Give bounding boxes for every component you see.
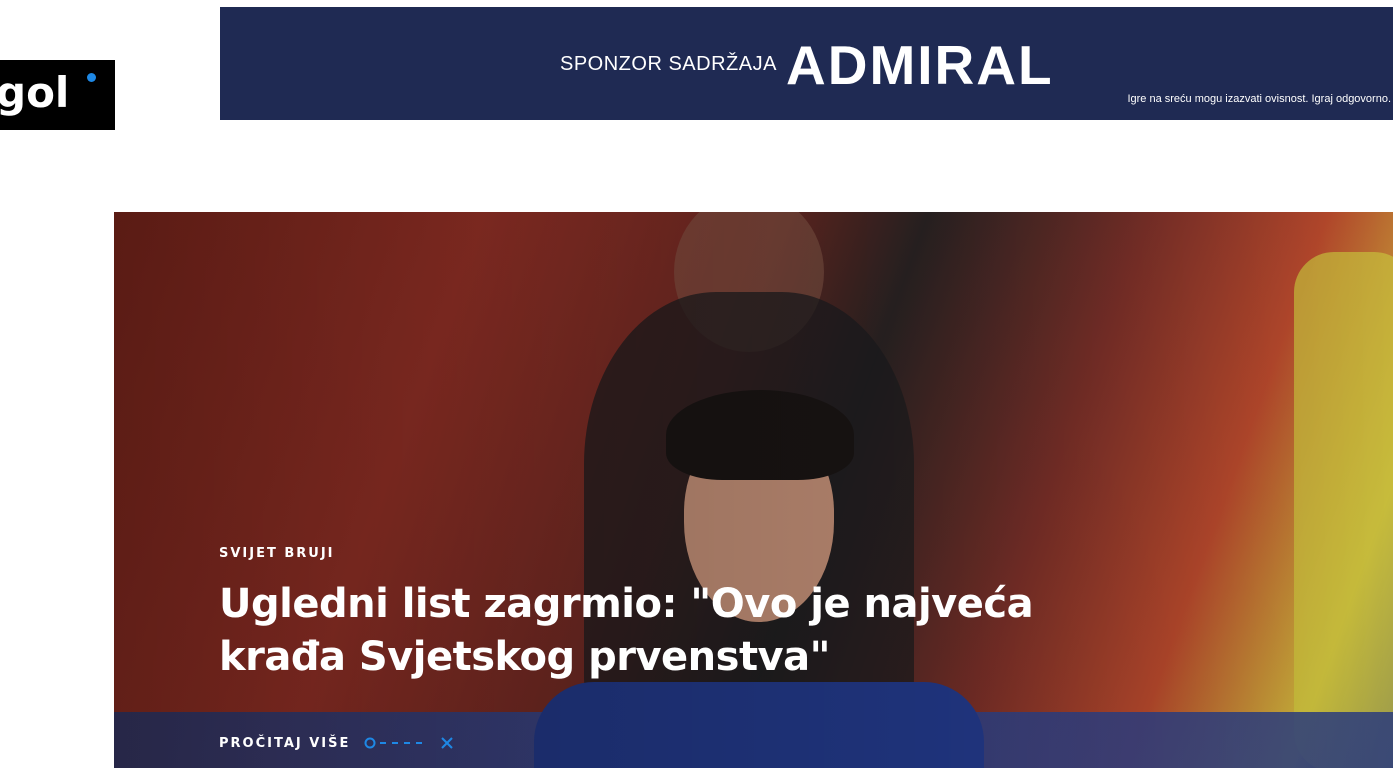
circle-dashes-x-icon (364, 735, 456, 751)
logo-text: gol (0, 68, 70, 117)
sponsor-label: SPONZOR SADRŽAJA (560, 53, 777, 75)
read-more-link[interactable]: PROČITAJ VIŠE (219, 735, 456, 751)
headline-line-1: Ugledni list zagrmio: "Ovo je najveća (219, 581, 1034, 627)
hero-article[interactable]: SVIJET BRUJI Ugledni list zagrmio: "Ovo … (114, 212, 1393, 768)
logo-dot-icon (87, 73, 96, 82)
site-logo[interactable]: gol (0, 60, 115, 130)
hero-overlay (114, 212, 1393, 768)
gambling-disclaimer: Igre na sreću mogu izazvati ovisnost. Ig… (1127, 93, 1391, 105)
headline-line-2: krađa Svjetskog prvenstva" (219, 634, 830, 680)
article-category[interactable]: SVIJET BRUJI (219, 546, 335, 561)
sponsor-brand-logo: ADMIRAL (786, 34, 1054, 96)
article-headline[interactable]: Ugledni list zagrmio: "Ovo je najveća kr… (219, 578, 1079, 684)
sponsor-banner[interactable]: SPONZOR SADRŽAJA ADMIRAL Igre na sreću m… (220, 7, 1393, 120)
read-more-label: PROČITAJ VIŠE (219, 735, 351, 751)
